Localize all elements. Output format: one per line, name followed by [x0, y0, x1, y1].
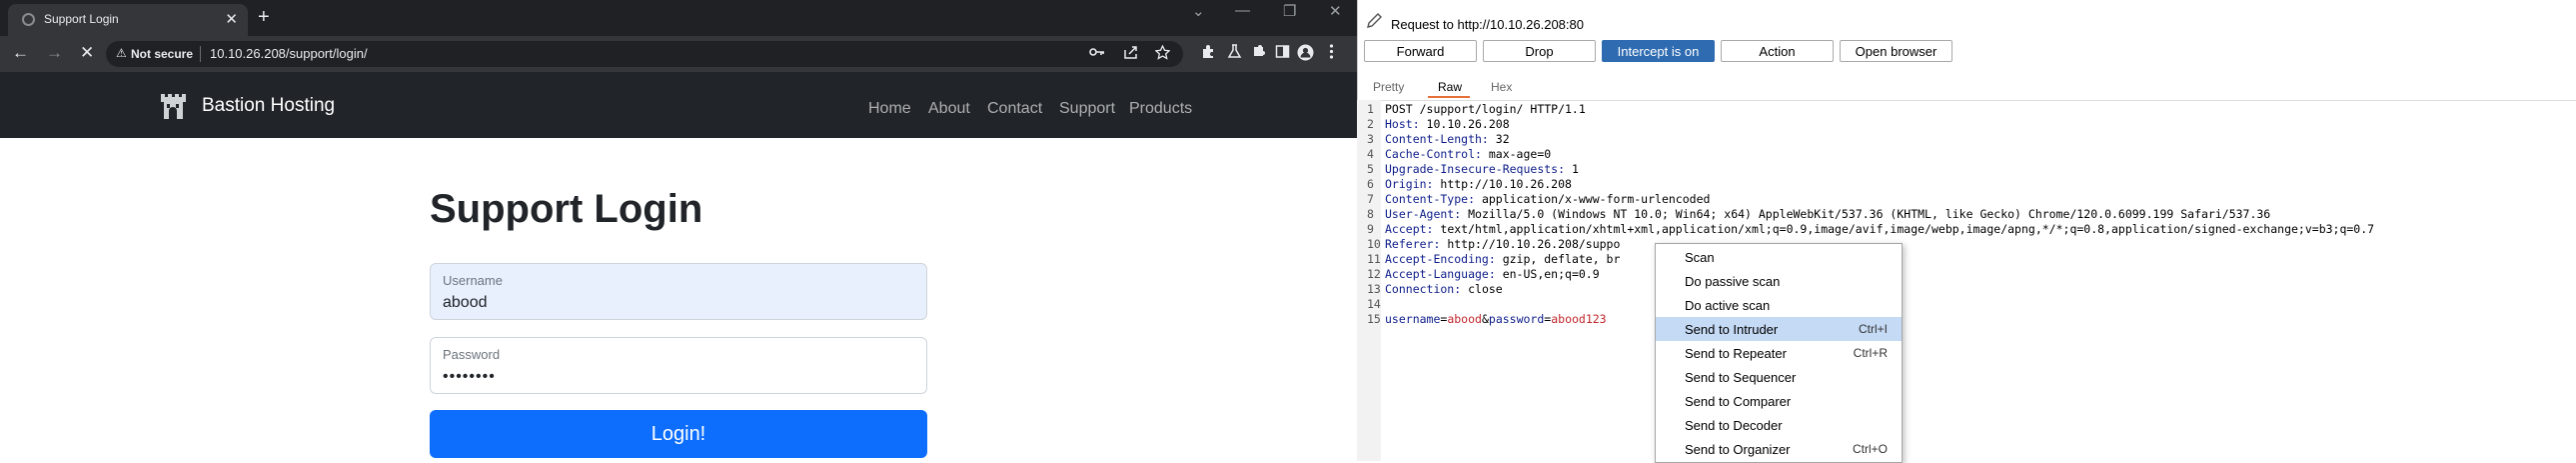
extensions-icon[interactable]: [1201, 44, 1216, 63]
nav-support[interactable]: Support: [1059, 100, 1115, 118]
request-line[interactable]: 5 Upgrade-Insecure-Requests: 1: [1367, 162, 1579, 176]
star-icon[interactable]: [1154, 44, 1171, 63]
login-button[interactable]: Login!: [430, 410, 927, 458]
password-field[interactable]: Password ••••••••: [430, 337, 927, 394]
request-line[interactable]: 2 Host: 10.10.26.208: [1367, 117, 1510, 131]
request-line[interactable]: 3 Content-Length: 32: [1367, 132, 1510, 146]
context-menu: Scan Do passive scan Do active scan Send…: [1655, 243, 1903, 463]
username-label: Username: [443, 273, 503, 288]
nav-home[interactable]: Home: [868, 100, 911, 118]
window-close-button[interactable]: ✕: [1329, 2, 1342, 20]
stop-loading-button[interactable]: ✕: [80, 43, 94, 63]
sidepanel-icon[interactable]: [1275, 44, 1290, 63]
menu-icon[interactable]: [1329, 44, 1334, 63]
request-line[interactable]: 6 Origin: http://10.10.26.208: [1367, 177, 1572, 191]
menu-item-send-to-intruder[interactable]: Send to Intruder Ctrl+I: [1656, 317, 1902, 341]
puzzle-icon[interactable]: [1251, 44, 1266, 63]
address-divider: [200, 46, 201, 62]
key-icon[interactable]: [1089, 45, 1105, 62]
request-line[interactable]: 8 User-Agent: Mozilla/5.0 (Windows NT 10.…: [1367, 207, 2270, 221]
request-body-line[interactable]: 15 username=abood&password=abood123: [1367, 312, 1607, 326]
nav-about[interactable]: About: [928, 100, 970, 118]
new-tab-button[interactable]: +: [258, 6, 270, 29]
security-label[interactable]: Not secure: [131, 47, 193, 61]
address-bar[interactable]: ⚠ Not secure 10.10.26.208/support/login/: [106, 41, 1183, 67]
request-line[interactable]: 7 Content-Type: application/x-www-form-ur…: [1367, 192, 1710, 206]
forward-button[interactable]: →: [46, 43, 63, 63]
request-target-info: Request to http://10.10.26.208:80: [1391, 17, 1584, 32]
share-icon[interactable]: [1123, 45, 1138, 63]
menu-item-active-scan[interactable]: Do active scan: [1656, 293, 1902, 317]
forward-button[interactable]: Forward: [1364, 40, 1477, 62]
tab-pretty[interactable]: Pretty: [1373, 80, 1404, 94]
password-label: Password: [443, 347, 501, 362]
tab-title: Support Login: [44, 12, 119, 26]
pencil-icon: [1365, 12, 1383, 35]
menu-item-send-to-repeater[interactable]: Send to Repeater Ctrl+R: [1656, 341, 1902, 365]
restore-button[interactable]: ❐: [1283, 2, 1296, 20]
profile-icon[interactable]: [1297, 44, 1314, 65]
minimize-button[interactable]: —: [1235, 2, 1250, 19]
tab-hex[interactable]: Hex: [1491, 80, 1512, 94]
nav-contact[interactable]: Contact: [987, 100, 1042, 118]
active-tab-indicator: [1428, 96, 1470, 98]
password-value[interactable]: ••••••••: [443, 368, 496, 386]
request-line[interactable]: 12 Accept-Language: en-US,en;q=0.9: [1367, 267, 1600, 281]
username-field[interactable]: Username abood: [430, 263, 927, 320]
loading-favicon-icon: [22, 13, 35, 26]
request-line[interactable]: 13 Connection: close: [1367, 282, 1503, 296]
menu-item-scan[interactable]: Scan: [1656, 245, 1902, 269]
back-button[interactable]: ←: [12, 43, 29, 63]
lab-extension-icon[interactable]: [1227, 44, 1242, 63]
menu-item-passive-scan[interactable]: Do passive scan: [1656, 269, 1902, 293]
url-text[interactable]: 10.10.26.208/support/login/: [210, 46, 368, 61]
menu-item-send-to-comparer[interactable]: Send to Comparer: [1656, 389, 1902, 413]
username-value[interactable]: abood: [443, 294, 488, 312]
page-title: Support Login: [430, 187, 703, 231]
tab-raw[interactable]: Raw: [1438, 80, 1462, 94]
menu-item-send-to-decoder[interactable]: Send to Decoder: [1656, 413, 1902, 437]
request-line[interactable]: 9 Accept: text/html,application/xhtml+xml…: [1367, 222, 2374, 236]
browser-tab[interactable]: Support Login ✕: [8, 4, 248, 36]
request-line[interactable]: 10 Referer: http://10.10.26.208/suppo: [1367, 237, 1620, 251]
brand-name[interactable]: Bastion Hosting: [202, 95, 335, 117]
action-button[interactable]: Action: [1721, 40, 1834, 62]
castle-logo-icon[interactable]: [158, 88, 188, 122]
menu-item-send-to-organizer[interactable]: Send to Organizer Ctrl+O: [1656, 437, 1902, 461]
open-browser-button[interactable]: Open browser: [1840, 40, 1952, 62]
warning-icon: ⚠: [116, 46, 127, 60]
tab-search-icon[interactable]: ⌄: [1192, 2, 1205, 20]
browser-window: Support Login ✕ + ⌄ — ❐ ✕ ← → ✕ ⚠ Not se…: [0, 0, 1357, 461]
nav-products[interactable]: Products: [1129, 100, 1192, 118]
intercept-toggle-button[interactable]: Intercept is on: [1602, 40, 1715, 62]
request-line[interactable]: 11 Accept-Encoding: gzip, deflate, br: [1367, 252, 1620, 266]
request-line[interactable]: 14: [1367, 297, 1385, 311]
request-line[interactable]: 1 POST /support/login/ HTTP/1.1: [1367, 102, 1586, 116]
menu-item-send-to-sequencer[interactable]: Send to Sequencer: [1656, 365, 1902, 389]
drop-button[interactable]: Drop: [1483, 40, 1596, 62]
request-line[interactable]: 4 Cache-Control: max-age=0: [1367, 147, 1551, 161]
tab-close-icon[interactable]: ✕: [225, 10, 238, 28]
